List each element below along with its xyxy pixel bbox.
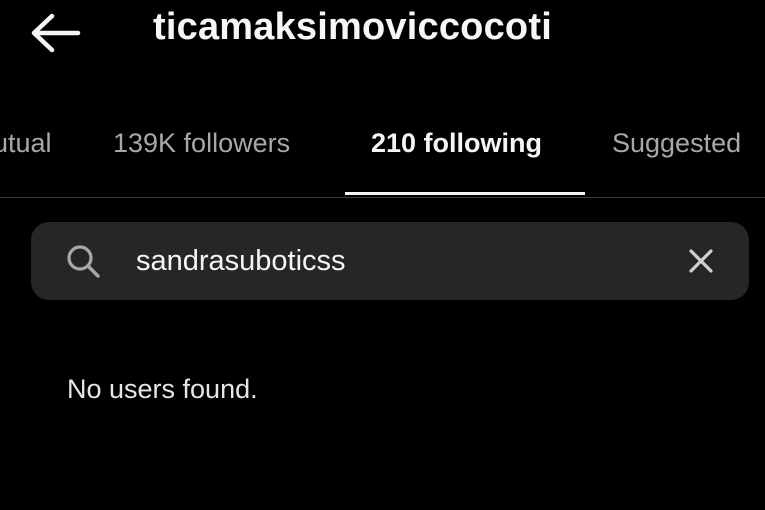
search-bar[interactable] [31,222,749,300]
tab-bar: utual 139K followers 210 following Sugge… [0,110,765,198]
close-icon [689,249,713,273]
tab-mutual[interactable]: utual [0,128,52,159]
tab-following[interactable]: 210 following [371,128,542,159]
arrow-left-icon [31,13,81,53]
header-bar: ticamaksimoviccocoti [0,0,765,70]
active-tab-indicator [345,192,585,195]
profile-username: ticamaksimoviccocoti [153,6,552,48]
tab-suggested[interactable]: Suggested [612,128,741,159]
clear-search-button[interactable] [681,241,721,281]
search-input[interactable] [136,222,646,300]
empty-results-message: No users found. [67,374,258,404]
following-list-screen: ticamaksimoviccocoti utual 139K follower… [0,0,765,510]
tab-followers[interactable]: 139K followers [113,128,290,159]
search-icon [67,245,100,278]
back-button[interactable] [24,6,88,60]
